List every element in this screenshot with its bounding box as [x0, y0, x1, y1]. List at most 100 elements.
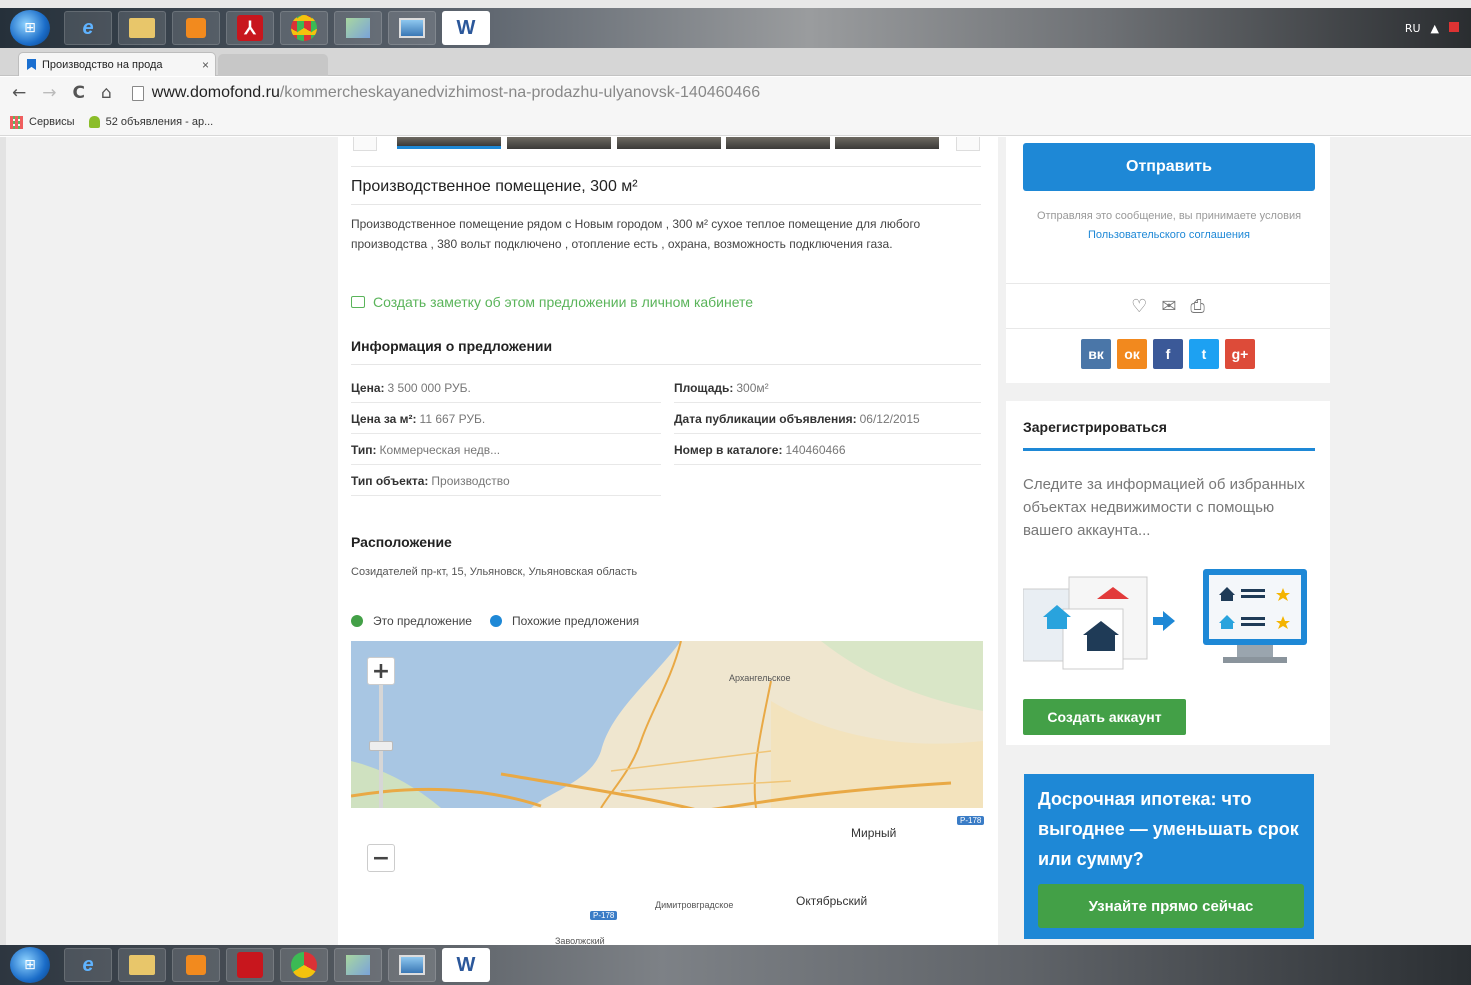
thumbnail-next-button[interactable] [956, 137, 980, 151]
info-value: 3 500 000 РУБ. [387, 380, 471, 395]
road-badge: Р-178 [957, 816, 985, 825]
screen-top-strip [0, 0, 1471, 8]
listing-description: Производственное помещение рядом с Новым… [351, 217, 921, 251]
bookmark-favicon-icon [27, 59, 36, 70]
listing-actions: ♡ ✉ ⎙ [1006, 283, 1330, 329]
google-plus-share-button[interactable]: g+ [1225, 339, 1255, 369]
listing-title: Производственное помещение, 300 м² [351, 178, 638, 195]
paint-icon[interactable] [334, 11, 382, 45]
location-heading: Расположение [351, 534, 452, 550]
info-object-type: Тип объекта: Производство [351, 466, 661, 496]
photo-thumbnail[interactable] [397, 137, 501, 149]
media-player-icon[interactable] [172, 11, 220, 45]
info-heading: Информация о предложении [351, 338, 553, 354]
ie-icon[interactable]: e [64, 11, 112, 45]
thumbnail-prev-button[interactable] [353, 137, 377, 151]
odnoklassniki-share-button[interactable]: ок [1117, 339, 1147, 369]
terms-link[interactable]: Пользовательского соглашения [1088, 229, 1250, 241]
create-note-link[interactable]: Создать заметку об этом предложении в ли… [351, 294, 753, 310]
home-icon[interactable]: ⌂ [101, 83, 112, 103]
contact-card: Отправить Отправляя это сообщение, вы пр… [1006, 137, 1330, 383]
info-value: 11 667 РУБ. [419, 411, 486, 426]
terms-notice: Отправляя это сообщение, вы принимаете у… [1023, 207, 1315, 245]
register-title: Зарегистрироваться [1023, 419, 1167, 435]
register-underline [1023, 448, 1315, 451]
address-bar[interactable]: www.domofond.ru/kommercheskayanedvizhimo… [131, 80, 1471, 106]
mortgage-promo-banner[interactable]: Досрочная ипотека: что выгоднее — уменьш… [1018, 768, 1320, 939]
info-price: Цена: 3 500 000 РУБ. [351, 373, 661, 403]
acrobat-icon[interactable]: ⅄ [226, 11, 274, 45]
facebook-share-button[interactable]: f [1153, 339, 1183, 369]
divider [351, 364, 981, 365]
photo-thumbnail[interactable] [617, 137, 721, 149]
info-label: Номер в каталоге: [674, 442, 783, 457]
legend-label: Похожие предложения [511, 614, 640, 628]
explorer-folder-icon[interactable] [118, 11, 166, 45]
divider [351, 204, 981, 205]
info-value: Коммерческая недв... [379, 442, 501, 457]
map-zoom-in-button[interactable]: + [367, 657, 395, 685]
page-left-edge [0, 137, 6, 945]
bookmark-listings[interactable]: 52 объявления - ар... [88, 116, 214, 128]
photo-thumbnail[interactable] [507, 137, 611, 149]
windows-start-icon[interactable]: ⊞ [10, 10, 50, 46]
mail-icon[interactable]: ✉ [1161, 296, 1176, 317]
explorer-folder-icon[interactable] [118, 948, 166, 982]
ie-icon[interactable]: e [64, 948, 112, 982]
bookmark-label: Сервисы [29, 116, 75, 128]
info-label: Дата публикации объявления: [674, 411, 857, 426]
tray-expand-icon[interactable]: ▲ [1431, 22, 1439, 35]
new-tab-button[interactable] [218, 54, 328, 76]
info-value: 140460466 [785, 442, 846, 457]
back-icon[interactable]: ← [12, 83, 26, 103]
chrome-icon[interactable] [280, 11, 328, 45]
green-dot-icon [351, 615, 363, 627]
vk-share-button[interactable]: вк [1081, 339, 1111, 369]
acrobat-icon[interactable] [226, 948, 274, 982]
info-price-per-m2: Цена за м²: 11 667 РУБ. [351, 404, 661, 434]
browser-tab[interactable]: Производство на прода × [18, 52, 216, 76]
media-player-icon[interactable] [172, 948, 220, 982]
photo-viewer-icon[interactable] [388, 11, 436, 45]
map-label-mirny: Мирный [851, 826, 897, 840]
twitter-share-button[interactable]: t [1189, 339, 1219, 369]
map-zoom-out-button[interactable]: − [367, 844, 395, 872]
map-zoom-handle[interactable] [369, 741, 393, 751]
print-icon[interactable]: ⎙ [1190, 296, 1204, 317]
register-card: Зарегистрироваться Следите за информацие… [1006, 401, 1330, 745]
bookmarks-bar: Сервисы 52 объявления - ар... [0, 109, 1471, 136]
chrome-icon[interactable] [280, 948, 328, 982]
info-area: Площадь: 300м² [674, 373, 981, 403]
photo-thumbnail[interactable] [726, 137, 830, 149]
info-catalog-number: Номер в каталоге: 140460466 [674, 435, 981, 465]
paint-icon[interactable] [334, 948, 382, 982]
info-label: Цена: [351, 380, 385, 395]
location-address: Созидателей пр-кт, 15, Ульяновск, Ульяно… [351, 566, 638, 578]
bookmark-apps[interactable]: Сервисы [10, 115, 75, 129]
dislike-icon[interactable]: ♡ [1131, 296, 1147, 317]
word-icon[interactable]: W [442, 948, 490, 982]
location-map[interactable]: + Архангельское [351, 641, 983, 808]
send-button[interactable]: Отправить [1023, 143, 1315, 191]
register-text: Следите за информацией об избранных объе… [1023, 476, 1305, 539]
tab-close-icon[interactable]: × [202, 58, 209, 72]
forward-icon[interactable]: → [42, 83, 56, 103]
windows-start-icon[interactable]: ⊞ [10, 947, 50, 983]
photo-thumbnail[interactable] [835, 137, 939, 149]
reload-icon[interactable]: C [73, 83, 85, 103]
word-icon[interactable]: W [442, 11, 490, 45]
map-label-oktyabrsky: Октябрьский [796, 894, 868, 908]
legend-label: Это предложение [373, 614, 472, 628]
info-value: 300м² [736, 380, 769, 395]
info-value: Производство [431, 473, 510, 488]
photo-viewer-icon[interactable] [388, 948, 436, 982]
promo-button[interactable]: Узнайте прямо сейчас [1038, 884, 1304, 928]
divider [351, 166, 981, 167]
bookmark-label: 52 объявления - ар... [105, 116, 214, 128]
edit-note-icon [351, 296, 365, 308]
flag-icon[interactable] [1449, 21, 1459, 32]
android-icon [88, 116, 100, 128]
create-account-button[interactable]: Создать аккаунт [1023, 699, 1186, 735]
language-indicator[interactable]: RU [1405, 22, 1421, 35]
legend-similar-offers: Похожие предложения [489, 614, 640, 628]
